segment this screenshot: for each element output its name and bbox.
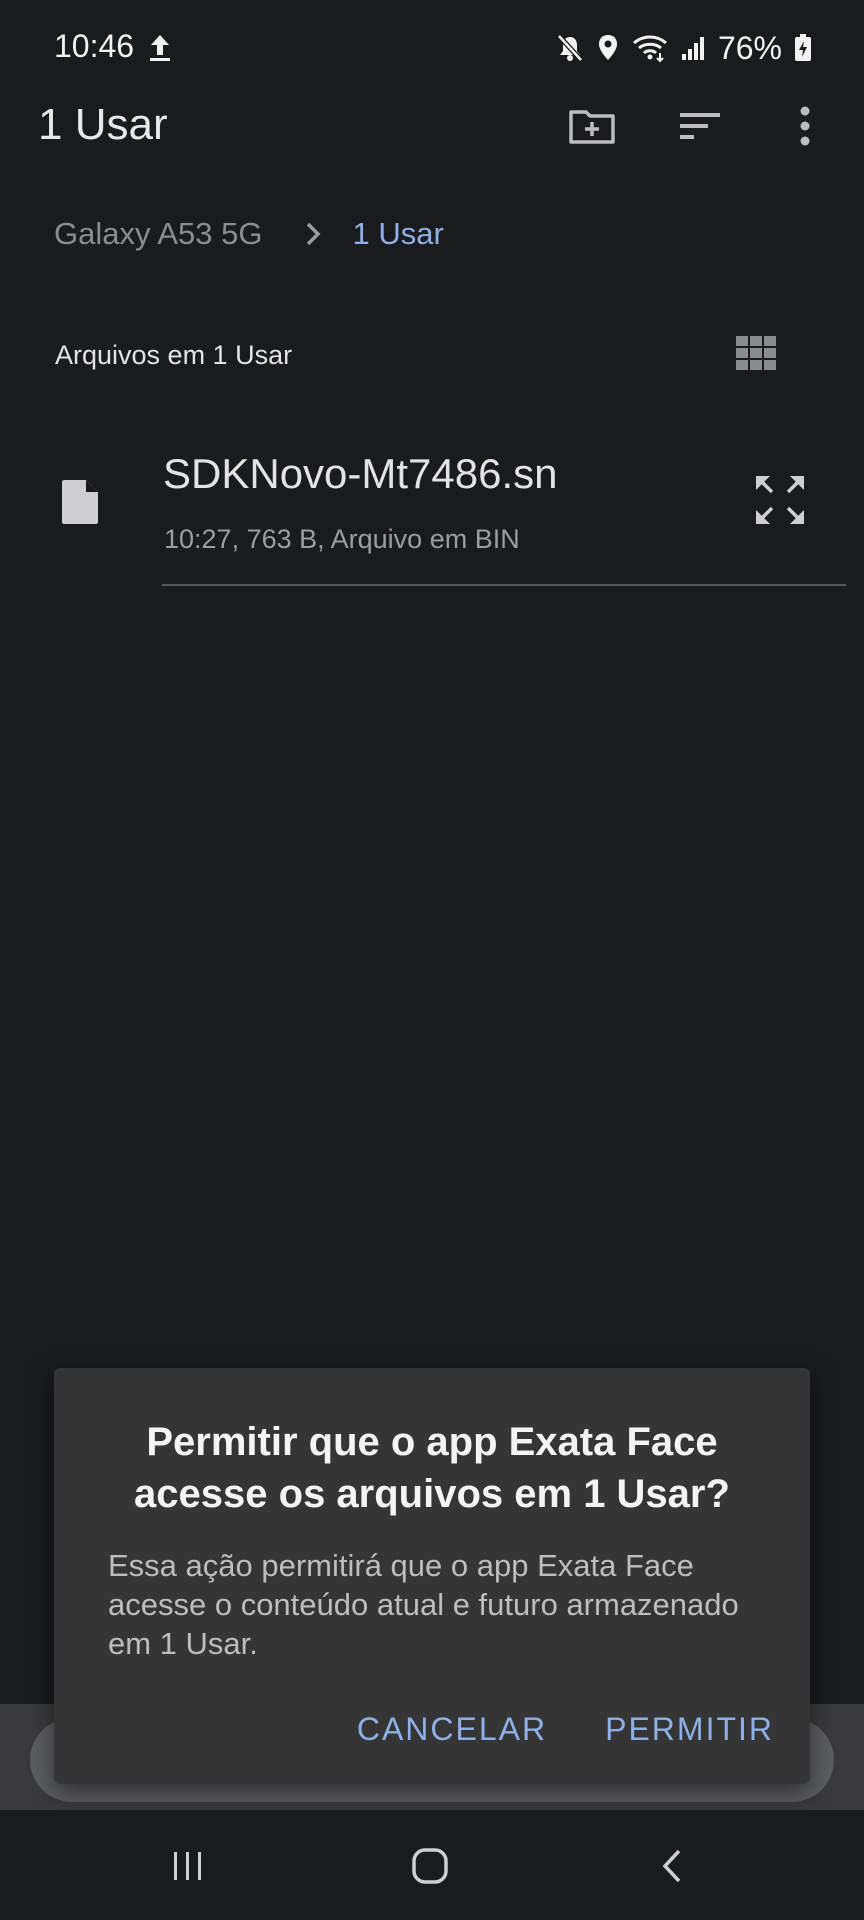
allow-button[interactable]: PERMITIR (605, 1699, 774, 1760)
recents-button[interactable] (158, 1836, 218, 1896)
navigation-bar (0, 1810, 864, 1920)
dialog-title: Permitir que o app Exata Face acesse os … (134, 1420, 730, 1516)
home-icon (412, 1848, 448, 1884)
dialog-message: Essa ação permitirá que o app Exata Face… (108, 1548, 739, 1661)
back-button[interactable] (642, 1836, 702, 1896)
back-icon (662, 1849, 681, 1883)
screen: 10:46 76% 1 Usar Galaxy A53 5G 1 Usar Ar… (0, 0, 864, 1920)
permission-dialog: Permitir que o app Exata Face acesse os … (54, 1368, 810, 1784)
dialog-actions: CANCELAR PERMITIR (357, 1699, 774, 1760)
cancel-button[interactable]: CANCELAR (357, 1699, 547, 1760)
home-button[interactable] (400, 1836, 460, 1896)
recents-icon (174, 1852, 201, 1880)
